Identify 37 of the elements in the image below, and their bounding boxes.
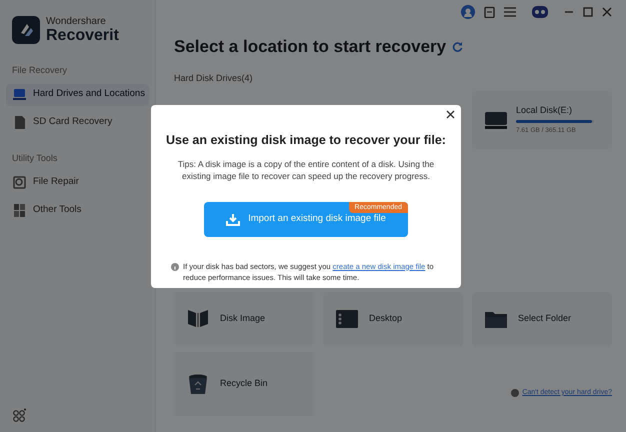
sidebar-item[interactable]: Hard Drives and Locations xyxy=(6,84,149,106)
location-card[interactable]: Desktop xyxy=(323,292,463,346)
logo-icon xyxy=(12,16,40,44)
sidebar-item[interactable]: SD Card Recovery xyxy=(6,112,149,134)
trash-icon xyxy=(186,373,210,395)
location-card[interactable]: Select Folder xyxy=(472,292,612,346)
disk-icon xyxy=(484,110,508,130)
brand-name: Recoverit xyxy=(46,28,119,44)
drive-icon xyxy=(12,87,27,102)
page-title: Select a location to start recovery xyxy=(174,36,446,58)
sidebar-item[interactable]: File Repair xyxy=(6,171,149,193)
section-label: File Recovery xyxy=(11,64,68,77)
maximize-icon xyxy=(583,7,593,17)
download-icon xyxy=(226,212,240,226)
info-icon xyxy=(171,262,179,271)
magnifier-icon xyxy=(12,174,27,190)
refresh-icon xyxy=(452,41,464,52)
close-icon[interactable] xyxy=(446,110,455,119)
avatar-icon xyxy=(461,5,475,19)
section-label: Utility Tools xyxy=(11,152,58,165)
dialog-title: Use an existing disk image to recover your file: xyxy=(166,132,446,149)
apps-icon xyxy=(12,408,26,422)
grid-icon xyxy=(12,202,27,218)
robot-icon xyxy=(531,5,549,19)
card-icon xyxy=(12,115,27,130)
close-icon xyxy=(602,7,612,17)
drive-name: Local Disk(E:) xyxy=(516,104,574,117)
dialog-tips: Tips: A disk image is a copy of the entire content of a disk. Using the existing image file to recover can speed up the recovery progress. xyxy=(176,158,436,182)
menu-icon xyxy=(504,7,516,17)
clipboard-icon xyxy=(484,6,495,18)
brand-text: Wondershare xyxy=(46,16,107,26)
monitor-icon xyxy=(335,308,359,330)
section-label: Hard Disk Drives(4) xyxy=(174,72,254,85)
sidebar-item[interactable]: Other Tools xyxy=(6,199,149,221)
location-card[interactable]: Disk Image xyxy=(174,292,314,346)
location-card[interactable]: Recycle Bin xyxy=(174,352,314,416)
book-icon xyxy=(186,308,210,330)
